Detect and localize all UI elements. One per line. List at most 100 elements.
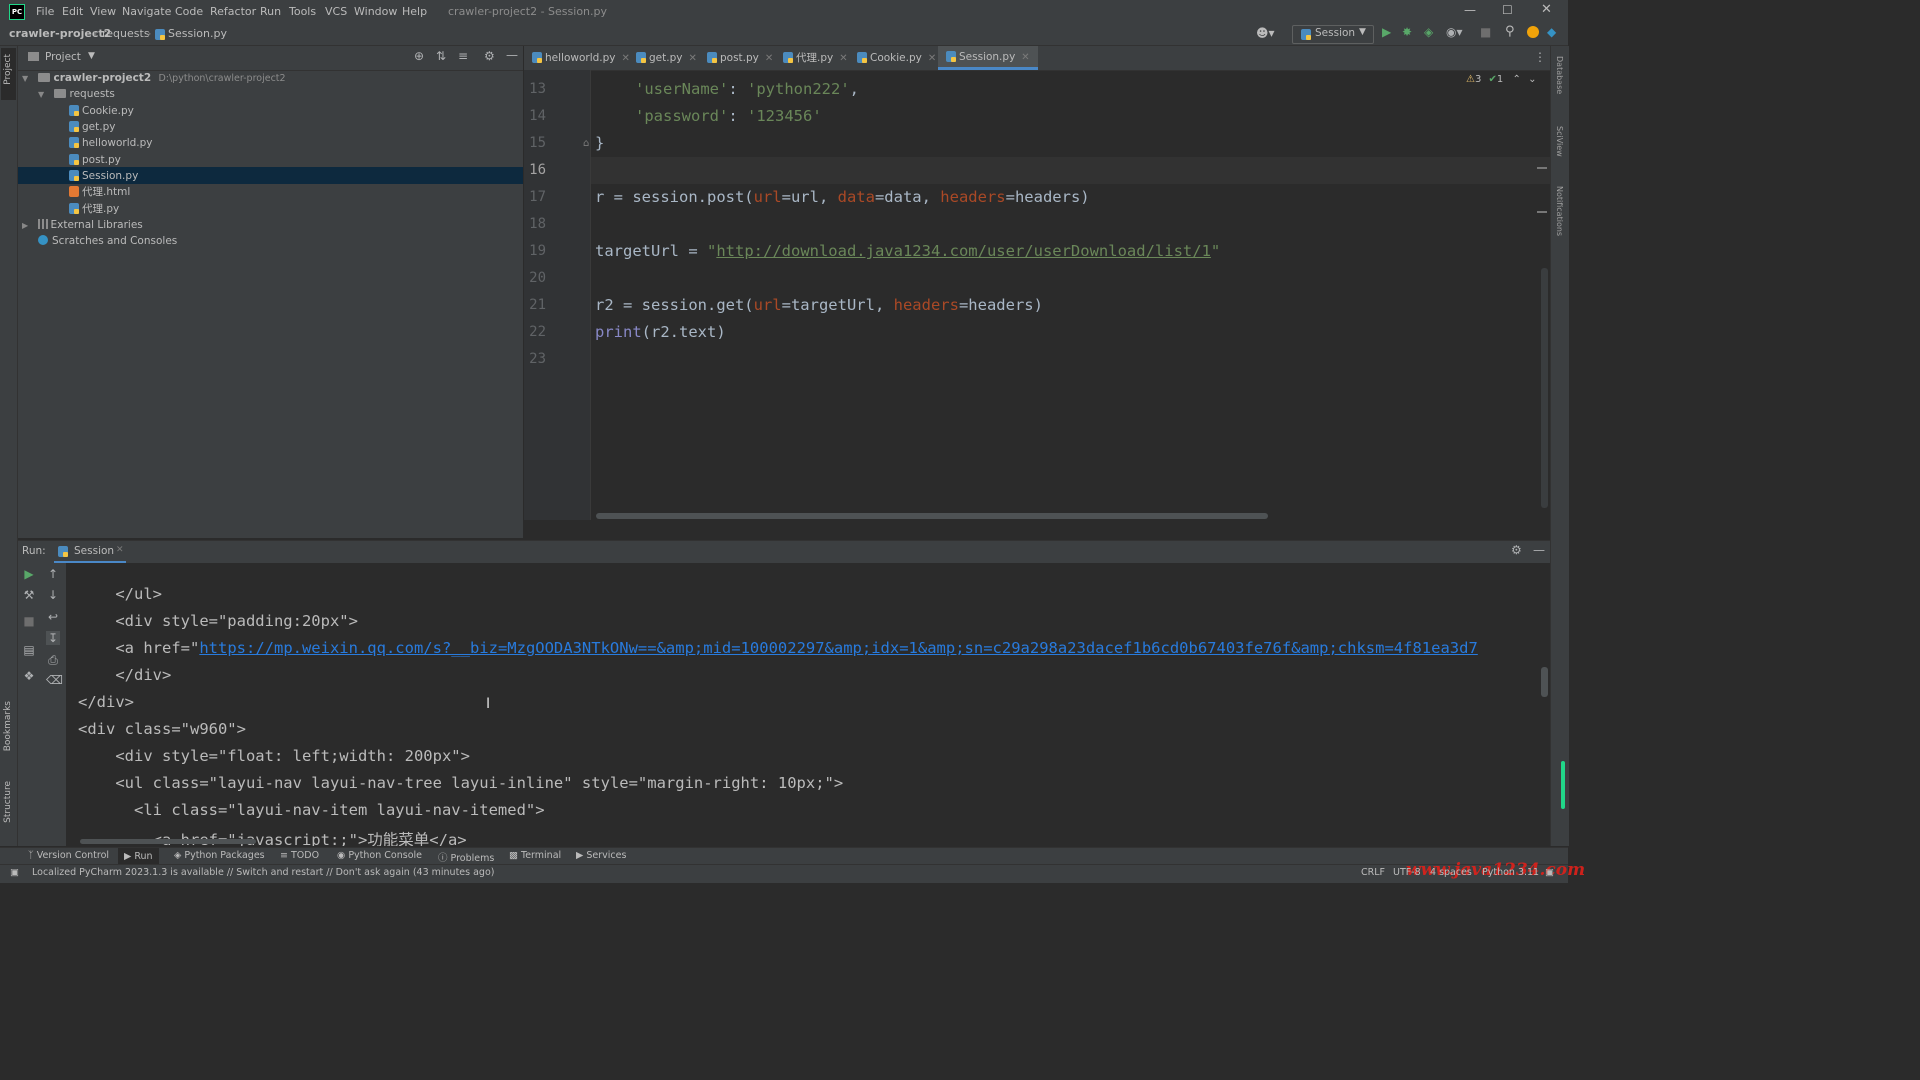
run-console-output[interactable]: </ul> <div style="padding:20px"> <a href… bbox=[66, 563, 1550, 846]
tool-tab-version-control[interactable]: ᛉ Version Control bbox=[28, 850, 109, 861]
tab-session-active[interactable]: Session.py ✕ bbox=[938, 46, 1038, 70]
tool-tab-problems[interactable]: ⓘ Problems bbox=[438, 850, 494, 864]
menu-window[interactable]: Window bbox=[354, 5, 397, 18]
tree-file[interactable]: 代理.py bbox=[69, 201, 119, 217]
menu-navigate[interactable]: Navigate bbox=[122, 5, 171, 18]
gear-icon[interactable]: ⚙ bbox=[1511, 543, 1522, 557]
tree-file-selected[interactable]: Session.py bbox=[69, 168, 138, 184]
expand-all-icon[interactable]: ⇅ bbox=[436, 49, 446, 63]
notifications-tool-label[interactable]: Notifications bbox=[1555, 186, 1564, 236]
run-config-selector[interactable]: Session ▼ bbox=[1292, 25, 1374, 44]
tab-get[interactable]: get.py ✕ bbox=[636, 46, 697, 70]
fold-icon[interactable]: ⌂ bbox=[583, 138, 589, 149]
editor-horizontal-scrollbar[interactable] bbox=[596, 513, 1268, 519]
project-view-title[interactable]: Project bbox=[45, 51, 81, 63]
menu-help[interactable]: Help bbox=[402, 5, 427, 18]
wrench-icon[interactable]: ⚒ bbox=[22, 588, 36, 602]
plugins-icon[interactable]: ◆ bbox=[1547, 25, 1556, 39]
tool-tab-python-packages[interactable]: ◈ Python Packages bbox=[174, 850, 265, 861]
tool-tab-todo[interactable]: ≡ TODO bbox=[280, 850, 319, 861]
chevron-down-icon[interactable]: ▼ bbox=[88, 51, 95, 61]
close-tab-icon[interactable]: ✕ bbox=[765, 53, 773, 64]
pin-icon[interactable]: ❖ bbox=[22, 669, 36, 683]
maximize-icon[interactable]: ☐ bbox=[1502, 3, 1513, 17]
editor-vertical-scrollbar[interactable] bbox=[1541, 268, 1548, 508]
locate-icon[interactable]: ⊕ bbox=[414, 49, 424, 63]
bookmarks-tool-label[interactable]: Bookmarks bbox=[3, 701, 13, 751]
soft-wrap-icon[interactable]: ↩ bbox=[46, 610, 60, 624]
scroll-to-end-icon[interactable]: ↧ bbox=[46, 631, 60, 645]
print-icon[interactable]: ⎙ bbox=[46, 653, 60, 668]
inspection-widget[interactable]: ⚠3 ✔1 ⌃ ⌄ bbox=[1466, 74, 1536, 85]
collapse-all-icon[interactable]: ≡ bbox=[458, 49, 468, 63]
structure-tool-label[interactable]: Structure bbox=[3, 781, 13, 823]
tab-post[interactable]: post.py ✕ bbox=[707, 46, 773, 70]
layout-icon[interactable]: ▤ bbox=[22, 643, 36, 657]
user-icon[interactable]: ☻▾ bbox=[1256, 26, 1275, 40]
status-message[interactable]: Localized PyCharm 2023.1.3 is available … bbox=[32, 867, 494, 878]
menu-refactor[interactable]: Refactor bbox=[210, 5, 256, 18]
status-indent[interactable]: 4 spaces bbox=[1430, 867, 1472, 878]
tool-tab-services[interactable]: ▶ Services bbox=[576, 850, 626, 861]
hide-icon[interactable]: — bbox=[1533, 543, 1545, 557]
minimize-icon[interactable]: — bbox=[1464, 3, 1476, 17]
status-lock-icon[interactable]: ▣ bbox=[1545, 867, 1554, 878]
run-tab-session[interactable]: Session bbox=[74, 545, 114, 557]
status-encoding[interactable]: UTF-8 bbox=[1393, 867, 1421, 878]
close-tab-icon[interactable]: ✕ bbox=[839, 53, 847, 64]
arrow-down-icon[interactable]: ↓ bbox=[46, 588, 60, 602]
tree-file[interactable]: get.py bbox=[69, 119, 115, 135]
close-tab-icon[interactable]: ✕ bbox=[1021, 52, 1029, 63]
menu-tools[interactable]: Tools bbox=[289, 5, 316, 18]
menu-vcs[interactable]: VCS bbox=[325, 5, 347, 18]
chevron-down-icon[interactable]: ⌄ bbox=[1528, 74, 1536, 85]
tree-file[interactable]: 代理.html bbox=[69, 184, 130, 200]
profile-icon[interactable]: ◉▾ bbox=[1446, 25, 1463, 39]
trash-icon[interactable]: ⌫ bbox=[46, 673, 63, 687]
code-url-link[interactable]: http://download.java1234.com/user/userDo… bbox=[716, 242, 1211, 260]
console-link[interactable]: https://mp.weixin.qq.com/s?__biz=MzgOODA… bbox=[199, 639, 1477, 657]
tree-folder-requests[interactable]: ▼ requests bbox=[38, 86, 115, 102]
breadcrumb-folder[interactable]: requests bbox=[102, 27, 150, 40]
sciview-tool-label[interactable]: SciView bbox=[1555, 126, 1564, 157]
tool-tab-python-console[interactable]: ◉ Python Console bbox=[337, 850, 422, 861]
menu-file[interactable]: File bbox=[36, 5, 54, 18]
close-tab-icon[interactable]: ✕ bbox=[928, 53, 936, 64]
gear-icon[interactable]: ⚙ bbox=[484, 49, 495, 63]
close-tab-icon[interactable]: ✕ bbox=[688, 53, 696, 64]
close-tab-icon[interactable]: ✕ bbox=[116, 545, 124, 555]
search-icon[interactable]: ⚲ bbox=[1505, 24, 1515, 39]
status-line-separator[interactable]: CRLF bbox=[1361, 867, 1385, 878]
run-icon[interactable]: ▶ bbox=[1382, 25, 1391, 39]
console-horizontal-scrollbar[interactable] bbox=[80, 839, 256, 844]
tab-helloworld[interactable]: helloworld.py ✕ bbox=[532, 46, 630, 70]
close-icon[interactable]: ✕ bbox=[1541, 2, 1552, 17]
tab-proxy[interactable]: 代理.py ✕ bbox=[783, 46, 848, 70]
tree-scratches[interactable]: Scratches and Consoles bbox=[38, 233, 177, 249]
tree-root[interactable]: ▼ crawler-project2 D:\python\crawler-pro… bbox=[22, 70, 286, 86]
stop-icon[interactable]: ■ bbox=[22, 614, 36, 628]
menu-edit[interactable]: Edit bbox=[62, 5, 83, 18]
chevron-up-icon[interactable]: ⌃ bbox=[1512, 74, 1520, 85]
tree-file[interactable]: helloworld.py bbox=[69, 135, 153, 151]
hide-icon[interactable]: — bbox=[506, 48, 518, 62]
tab-cookie[interactable]: Cookie.py ✕ bbox=[857, 46, 936, 70]
menu-code[interactable]: Code bbox=[175, 5, 203, 18]
project-tool-window-button[interactable]: Project bbox=[1, 48, 16, 100]
tool-tab-terminal[interactable]: ▩ Terminal bbox=[509, 850, 561, 861]
tree-external-libraries[interactable]: ▶ External Libraries bbox=[22, 217, 143, 233]
menu-view[interactable]: View bbox=[90, 5, 116, 18]
rerun-icon[interactable]: ▶ bbox=[22, 567, 36, 581]
debug-icon[interactable]: ✸ bbox=[1402, 25, 1412, 39]
update-icon[interactable] bbox=[1527, 26, 1539, 38]
console-vertical-scrollbar[interactable] bbox=[1541, 667, 1548, 697]
status-interpreter[interactable]: Python 3.11 bbox=[1482, 867, 1539, 878]
more-tabs-icon[interactable]: ⋮ bbox=[1534, 50, 1546, 64]
breadcrumb-file[interactable]: Session.py bbox=[168, 27, 227, 40]
tool-tab-run[interactable]: ▶ Run bbox=[118, 848, 159, 865]
status-window-icon[interactable]: ▣ bbox=[10, 867, 19, 878]
coverage-icon[interactable]: ◈ bbox=[1424, 25, 1433, 39]
menu-run[interactable]: Run bbox=[260, 5, 281, 18]
stop-icon[interactable]: ■ bbox=[1480, 25, 1491, 39]
database-tool-label[interactable]: Database bbox=[1555, 56, 1564, 94]
